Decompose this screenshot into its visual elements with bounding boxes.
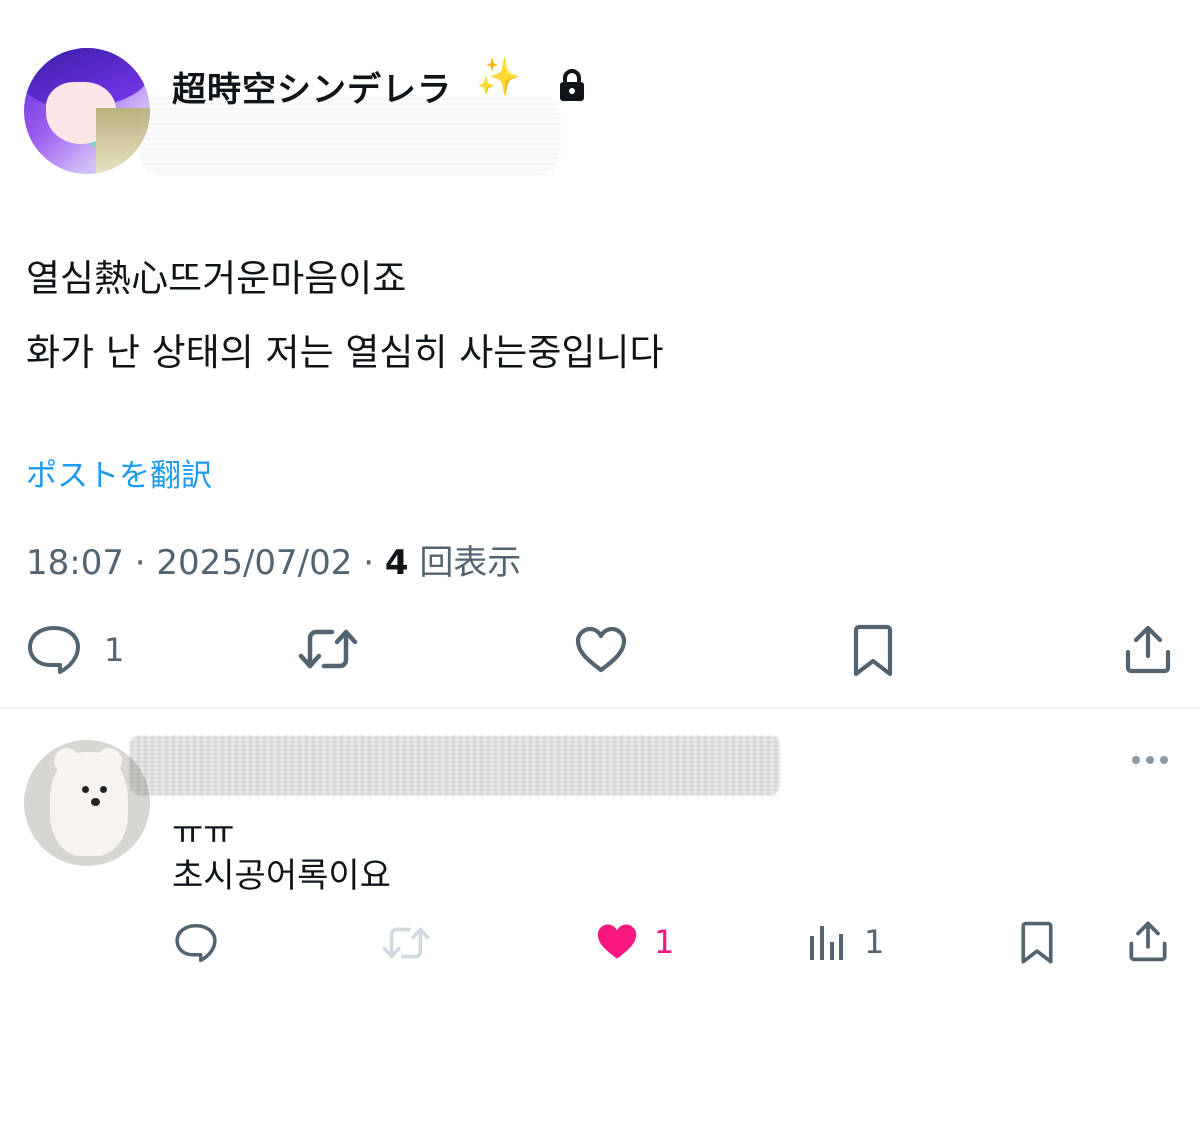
repost-icon-disabled <box>382 927 430 959</box>
post-time[interactable]: 18:07 <box>26 543 124 583</box>
like-button[interactable] <box>574 626 628 674</box>
repost-button[interactable] <box>298 626 358 672</box>
bookmark-icon <box>853 624 893 677</box>
reply-reply-button[interactable] <box>174 922 218 964</box>
lock-icon <box>560 69 584 101</box>
reply-repost-button[interactable] <box>382 924 430 962</box>
share-icon <box>1125 625 1171 674</box>
reply-bookmark-button[interactable] <box>1020 920 1054 966</box>
meta-separator: · <box>363 543 375 583</box>
reply-button[interactable]: 1 <box>26 624 124 676</box>
repost-icon <box>298 629 358 669</box>
reply-share-button[interactable] <box>1128 920 1168 962</box>
share-button[interactable] <box>1124 624 1172 674</box>
sparkle-emoji: ✨ <box>476 57 521 98</box>
post-text-line: 열심熱心뜨거운마음이죠 <box>26 257 407 300</box>
reply-views-count: 1 <box>864 923 885 961</box>
comment-icon <box>28 626 80 674</box>
post-date[interactable]: 2025/07/02 <box>156 543 352 583</box>
comment-icon <box>175 923 217 963</box>
divider <box>0 707 1200 709</box>
views-count: 4 <box>384 543 409 583</box>
reply-text-line: 초시공어록이요 <box>172 856 391 896</box>
bookmark-button[interactable] <box>852 624 894 678</box>
redacted-reply-author <box>130 735 780 795</box>
analytics-icon <box>810 926 843 960</box>
more-dots-icon[interactable] <box>1130 752 1170 768</box>
reply-like-button[interactable]: 1 <box>594 922 674 962</box>
post-text-line: 화가 난 상태의 저는 열심히 사는중입니다 <box>26 331 664 374</box>
reply-like-count: 1 <box>654 923 675 961</box>
reply-views-button[interactable]: 1 <box>806 922 884 962</box>
translate-post-link[interactable]: ポストを翻訳 <box>26 450 212 495</box>
author-display-name[interactable]: 超時空シンデレラ <box>172 62 452 111</box>
bookmark-icon <box>1021 921 1053 964</box>
reply-text-line: ㅠㅠ <box>172 813 235 853</box>
views-label: 回表示 <box>419 543 522 583</box>
reply-count: 1 <box>104 631 125 669</box>
share-icon <box>1129 921 1167 962</box>
meta-separator: · <box>134 543 146 583</box>
post-metadata: 18:07 · 2025/07/02 · 4 回表示 <box>26 535 521 584</box>
heart-filled-icon <box>597 924 637 959</box>
author-avatar[interactable] <box>24 48 150 174</box>
heart-outline-icon <box>575 626 627 673</box>
